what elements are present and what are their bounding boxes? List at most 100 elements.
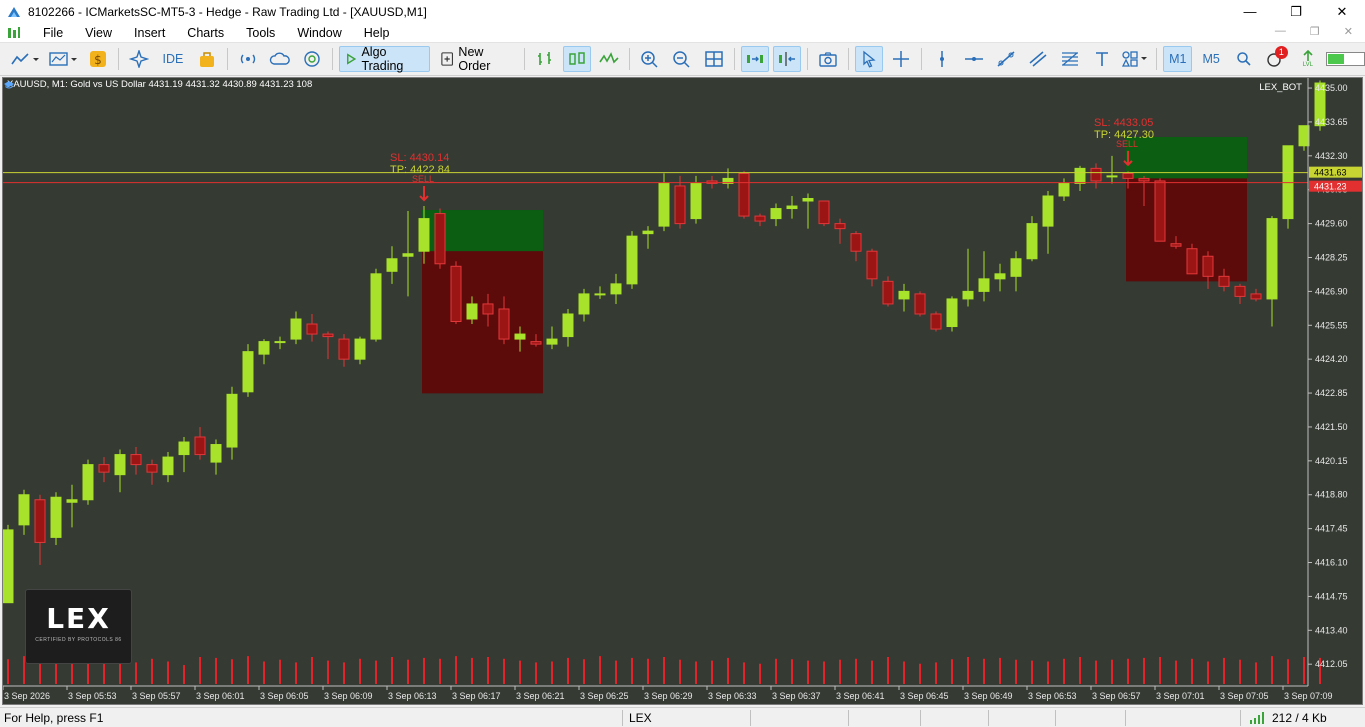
line-chart-icon (11, 53, 39, 65)
mdi-restore-button[interactable]: ❐ (1310, 25, 1320, 38)
candle-body (194, 436, 206, 456)
profile-status-text[interactable]: LEX (629, 711, 652, 725)
ide-button[interactable]: IDE (157, 46, 189, 72)
candle-body (98, 464, 110, 473)
screenshot-button[interactable] (814, 46, 842, 72)
toolbar-separator (629, 48, 631, 70)
candle-body (1010, 258, 1022, 277)
notifications-button[interactable]: 1 (1262, 46, 1290, 72)
new-order-button[interactable]: New Order (434, 45, 518, 73)
sell-arrow-icon (419, 186, 429, 202)
fibonacci-tool-button[interactable] (1056, 46, 1084, 72)
crosshair-tool-button[interactable] (887, 46, 915, 72)
candle-body (290, 318, 302, 340)
trendline-tool-button[interactable] (992, 46, 1020, 72)
vertical-line-tool-button[interactable] (928, 46, 956, 72)
svg-text:$: $ (94, 53, 102, 67)
expert-advisor-label[interactable]: LEX_BOT (1259, 82, 1302, 93)
bar-chart-button[interactable] (531, 46, 559, 72)
menu-tools[interactable]: Tools (235, 26, 286, 40)
search-button[interactable] (1230, 46, 1258, 72)
cursor-icon (863, 50, 876, 68)
candle-body (1026, 223, 1038, 260)
vps-button[interactable] (266, 46, 294, 72)
price-tick-label: 4421.50 (1315, 422, 1348, 432)
status-divider (920, 710, 921, 726)
price-chart[interactable]: SL: 4430.14TP: 4422.84SELLSL: 4433.05TP:… (3, 78, 1363, 705)
candle-body (66, 499, 78, 503)
connection-bars-icon (1250, 712, 1264, 724)
candle-body (1106, 175, 1118, 178)
time-tick-label: 3 Sep 06:57 (1092, 691, 1141, 701)
maximize-button[interactable]: ❐ (1273, 0, 1319, 23)
candle-body (850, 233, 862, 252)
candle-body (322, 333, 334, 338)
signal-level-indicator[interactable]: LVL (1294, 46, 1322, 72)
candle-body (994, 273, 1006, 280)
market-watch-button[interactable] (298, 46, 326, 72)
candle-body (434, 213, 446, 265)
tile-windows-button[interactable] (700, 46, 728, 72)
chart-shift-button[interactable] (773, 46, 802, 72)
minimize-button[interactable]: — (1227, 0, 1273, 23)
candle-body (578, 293, 590, 315)
horizontal-line-tool-button[interactable] (960, 46, 988, 72)
title-bar: 8102266 - ICMarketsSC-MT5-3 - Hedge - Ra… (0, 0, 1365, 23)
bid-price-label: 4431.23 (1314, 182, 1347, 192)
time-tick-label: 3 Sep 06:01 (196, 691, 245, 701)
zoom-out-button[interactable] (668, 46, 696, 72)
signals-button[interactable] (234, 46, 262, 72)
candle-body (1090, 167, 1102, 182)
market-button[interactable]: $ (84, 46, 112, 72)
menu-insert[interactable]: Insert (123, 26, 176, 40)
menu-view[interactable]: View (74, 26, 123, 40)
candle-body (354, 338, 366, 360)
candle-body (626, 235, 638, 285)
shapes-tool-button[interactable] (1120, 46, 1150, 72)
play-icon (346, 53, 357, 65)
chart-window-icon[interactable] (6, 25, 22, 41)
zoom-in-button[interactable] (636, 46, 664, 72)
text-tool-button[interactable] (1088, 46, 1116, 72)
close-button[interactable]: ✕ (1319, 0, 1365, 23)
candle-body (914, 293, 926, 315)
candle-body (1154, 180, 1166, 242)
candle-body (274, 341, 286, 344)
time-tick-label: 3 Sep 06:21 (516, 691, 565, 701)
menu-charts[interactable]: Charts (176, 26, 235, 40)
candlestick-button[interactable] (563, 46, 592, 72)
candle-body (770, 208, 782, 220)
algo-trading-button[interactable]: Algo Trading (338, 45, 431, 73)
templates-button[interactable] (48, 46, 80, 72)
auto-scroll-button[interactable] (741, 46, 770, 72)
metaeditor-button[interactable] (125, 46, 153, 72)
chart-shift-icon (779, 52, 796, 66)
timeframe-m1-button[interactable]: M1 (1163, 46, 1193, 72)
menu-window[interactable]: Window (286, 26, 352, 40)
search-icon (1237, 52, 1251, 66)
chart-type-button[interactable] (8, 46, 44, 72)
network-status-text[interactable]: 212 / 4 Kb (1272, 711, 1327, 725)
mdi-close-button[interactable]: ✕ (1344, 25, 1353, 38)
timeframe-m5-label: M5 (1202, 52, 1220, 66)
candle-body (162, 456, 174, 476)
chart-window[interactable]: SL: 4430.14 TP: 4422.84 SELL SL: 4433.05 TP:… (2, 77, 1363, 705)
toolbar-separator (734, 48, 736, 70)
price-tick-label: 4433.65 (1315, 117, 1348, 127)
candle-body (594, 293, 606, 296)
candle-body (658, 182, 670, 227)
expert-hat-icon[interactable] (3, 78, 15, 90)
fibonacci-icon (1061, 52, 1078, 66)
mdi-minimize-button[interactable]: — (1275, 25, 1286, 38)
line-chart-button[interactable] (595, 46, 623, 72)
cursor-tool-button[interactable] (854, 46, 883, 72)
menu-file[interactable]: File (32, 26, 74, 40)
strategy-tester-button[interactable] (193, 46, 221, 72)
candle-body (642, 230, 654, 235)
channel-tool-button[interactable] (1024, 46, 1052, 72)
cloud-icon (269, 52, 290, 65)
timeframe-m5-button[interactable]: M5 (1196, 46, 1225, 72)
signal-sl-label: SL: 4430.14 (390, 152, 449, 164)
menu-help[interactable]: Help (353, 26, 401, 40)
candle-body (258, 341, 270, 355)
